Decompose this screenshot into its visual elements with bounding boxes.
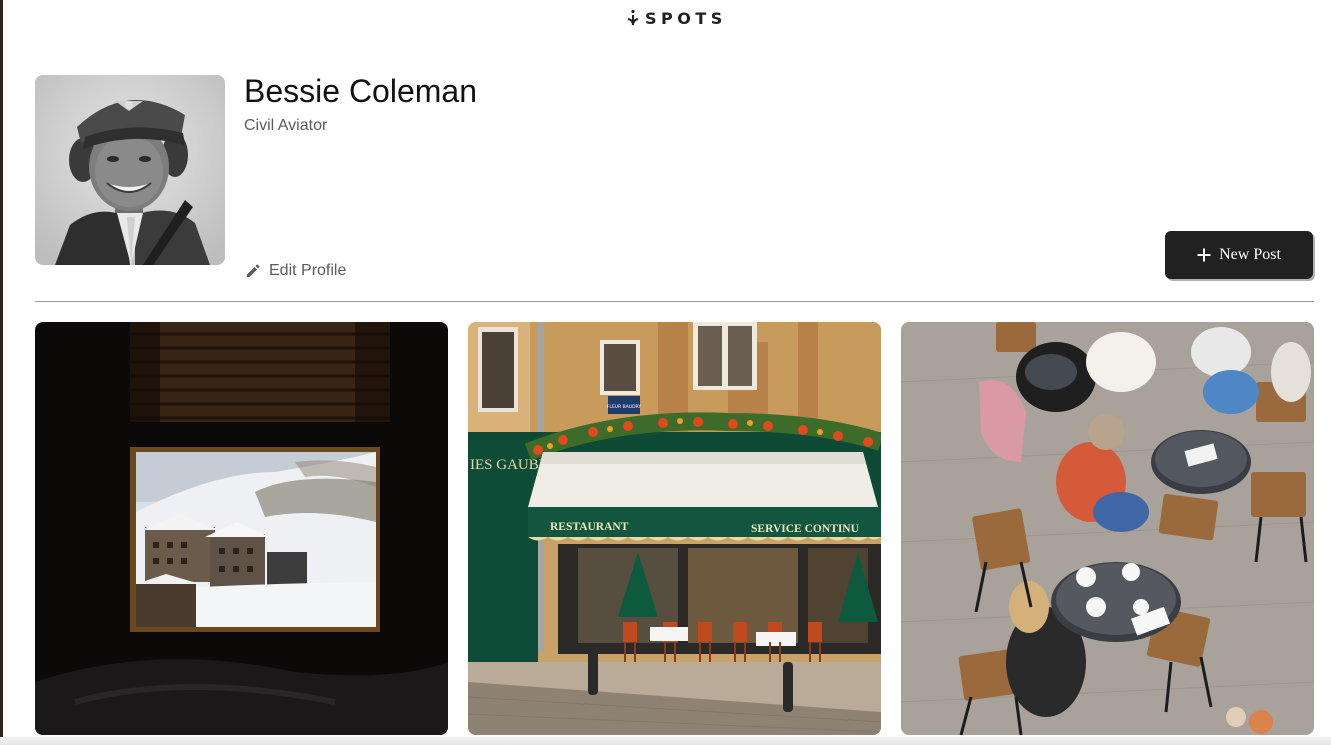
street-sign-text: FLEUR BAUDRY [607, 404, 642, 410]
plus-icon [1197, 248, 1211, 262]
post-card-restaurant[interactable]: FLEUR BAUDRY IES GAUBERT RESTAURANT SERV… [468, 322, 881, 735]
post-image-window [35, 322, 448, 735]
spots-logo-icon [627, 9, 639, 26]
post-image-restaurant: FLEUR BAUDRY IES GAUBERT RESTAURANT SERV… [468, 322, 881, 735]
new-post-label: New Post [1219, 246, 1281, 263]
awning-text-service: SERVICE CONTINU [751, 523, 860, 535]
post-image-cafe [901, 322, 1314, 735]
awning-text-restaurant: RESTAURANT [550, 521, 629, 533]
profile-name: Bessie Coleman [244, 73, 477, 109]
post-card-window[interactable] [35, 322, 448, 735]
spots-logo: SPOTS [627, 7, 727, 29]
window-edge [0, 0, 3, 745]
profile-description: Civil Aviator [244, 117, 328, 134]
post-card-cafe[interactable] [901, 322, 1314, 735]
new-post-button[interactable]: New Post [1165, 231, 1313, 279]
pencil-icon [247, 264, 260, 277]
profile-divider [35, 301, 1314, 302]
edit-profile-button[interactable]: Edit Profile [245, 262, 346, 280]
logo-text: SPOTS [645, 8, 727, 28]
edit-profile-label: Edit Profile [269, 262, 347, 279]
page-bottom-edge [0, 737, 1331, 745]
profile-avatar [35, 75, 225, 265]
